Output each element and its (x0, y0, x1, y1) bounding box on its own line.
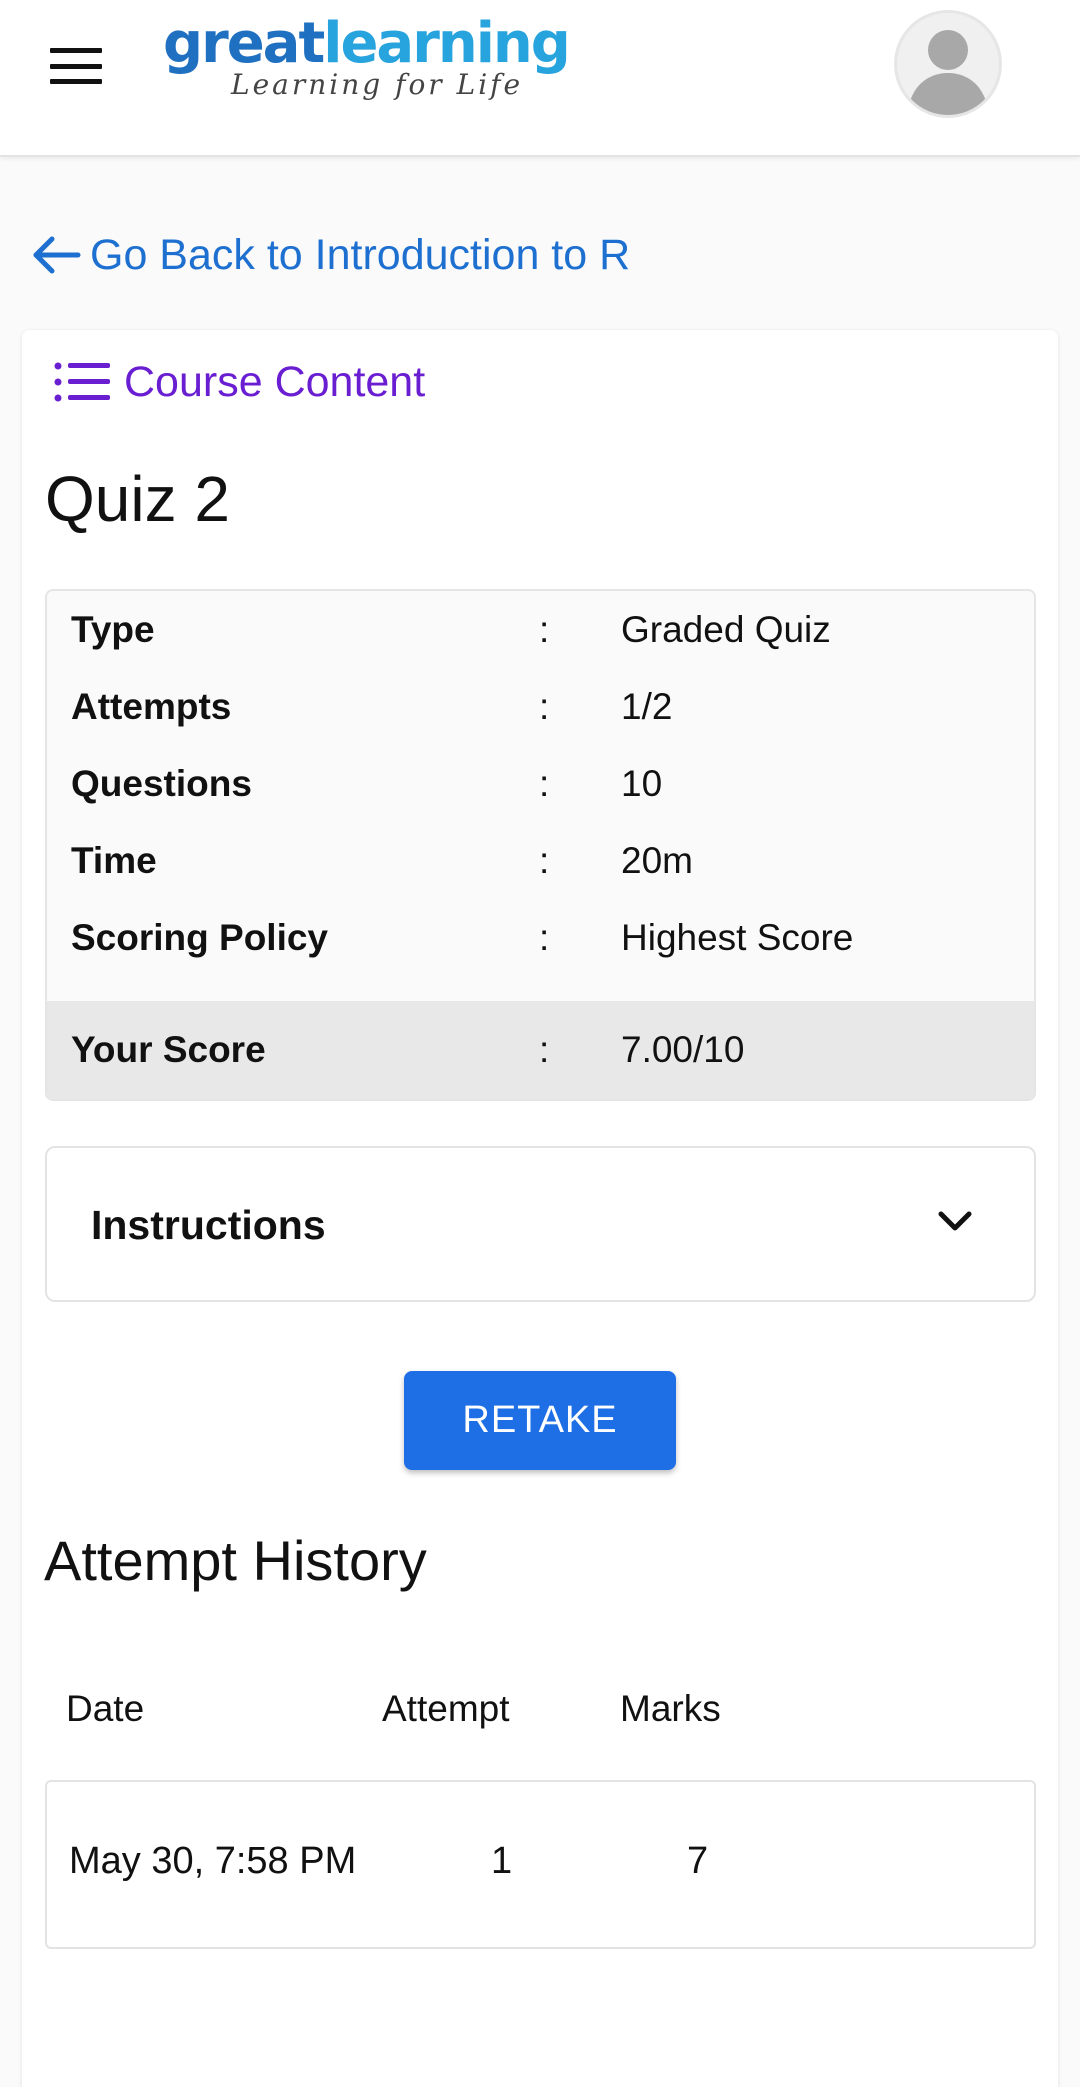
user-avatar-icon[interactable] (894, 10, 1002, 118)
attempt-date: May 30, 7:58 PM (69, 1840, 357, 1882)
detail-key: Time (71, 840, 157, 881)
logo-tagline: Learning for Life (231, 68, 524, 101)
detail-key: Attempts (71, 686, 232, 727)
attempt-history-title: Attempt History (44, 1529, 427, 1592)
page-title: Quiz 2 (45, 463, 230, 535)
detail-separator: : (539, 840, 550, 881)
score-separator: : (539, 1029, 550, 1070)
attempt-number: 1 (491, 1840, 513, 1882)
detail-row-questions: Questions : 10 (47, 745, 1034, 822)
detail-row-scoring-policy: Scoring Policy : Highest Score (47, 899, 1034, 976)
back-link-label: Go Back to Introduction to R (90, 230, 631, 279)
detail-value: Highest Score (621, 917, 854, 958)
column-header-attempt: Attempt (382, 1688, 510, 1729)
column-header-date: Date (66, 1688, 145, 1729)
chevron-down-icon[interactable] (937, 1208, 973, 1234)
instructions-accordion[interactable]: Instructions (45, 1146, 1036, 1302)
score-key: Your Score (71, 1029, 266, 1070)
detail-row-attempts: Attempts : 1/2 (47, 668, 1034, 745)
detail-key: Type (71, 609, 155, 650)
instructions-label: Instructions (91, 1202, 326, 1248)
detail-separator: : (539, 609, 550, 650)
detail-value: 1/2 (621, 686, 673, 727)
detail-separator: : (539, 917, 550, 958)
detail-separator: : (539, 763, 550, 804)
column-header-marks: Marks (620, 1688, 721, 1729)
list-icon (54, 362, 110, 402)
detail-row-type: Type : Graded Quiz (47, 591, 1034, 668)
attempt-marks: 7 (687, 1840, 709, 1882)
detail-row-time: Time : 20m (47, 822, 1034, 899)
detail-value: 20m (621, 840, 693, 881)
detail-value: Graded Quiz (621, 609, 831, 650)
top-header: greatlearning Learning for Life (0, 0, 1080, 157)
table-row[interactable]: May 30, 7:58 PM 1 7 (45, 1780, 1036, 1949)
course-content-link[interactable]: Course Content (54, 352, 425, 412)
score-value: 7.00/10 (621, 1029, 745, 1070)
retake-button[interactable]: RETAKE (404, 1371, 676, 1470)
hamburger-menu-icon[interactable] (50, 48, 102, 84)
quiz-details-table: Type : Graded Quiz Attempts : 1/2 Questi… (45, 589, 1036, 1101)
detail-separator: : (539, 686, 550, 727)
great-learning-logo[interactable]: greatlearning Learning for Life (163, 8, 583, 108)
detail-row-your-score: Your Score : 7.00/10 (47, 1001, 1034, 1099)
back-to-course-link[interactable]: Go Back to Introduction to R (30, 225, 630, 285)
detail-value: 10 (621, 763, 663, 804)
detail-key: Questions (71, 763, 252, 804)
arrow-left-icon (33, 236, 81, 274)
course-content-label: Course Content (124, 357, 426, 406)
detail-key: Scoring Policy (71, 917, 329, 958)
